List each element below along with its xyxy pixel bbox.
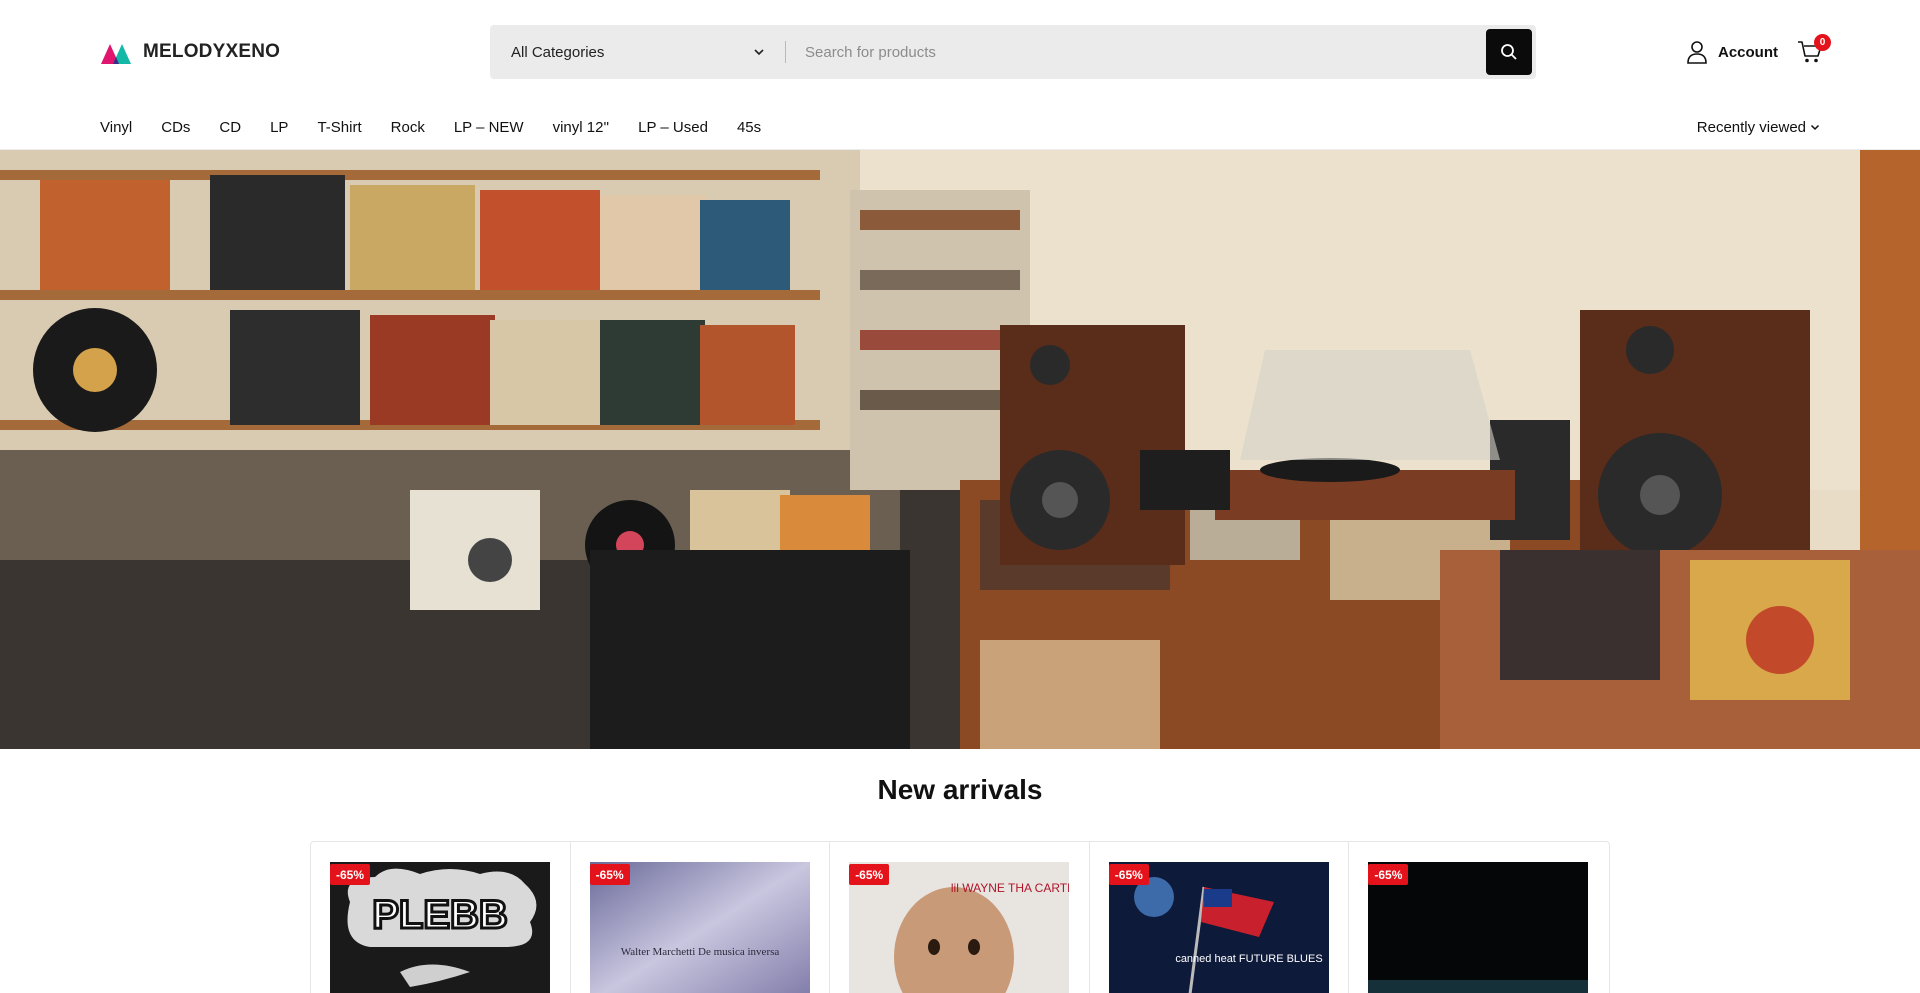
discount-badge: -65% xyxy=(589,864,630,885)
discount-badge: -65% xyxy=(1368,864,1409,885)
cover-text: Walter Marchetti De musica inversa xyxy=(620,946,779,958)
search-button[interactable] xyxy=(1486,29,1532,75)
nav-item-rock[interactable]: Rock xyxy=(391,119,425,136)
nav-item-lp-used[interactable]: LP – Used xyxy=(638,119,708,136)
category-select-label: All Categories xyxy=(511,43,605,61)
discount-badge: -65% xyxy=(330,864,371,885)
nav-item-vinyl-12[interactable]: vinyl 12'' xyxy=(553,119,610,136)
logo-mark-icon xyxy=(101,44,131,64)
brand-name: MELODYXENO xyxy=(143,41,281,62)
product-card[interactable]: -65% Walter Marchetti De musica inversa xyxy=(571,842,831,993)
hero-banner-image[interactable] xyxy=(0,150,1920,749)
record-store-illustration xyxy=(0,150,1920,749)
account-link[interactable]: Account xyxy=(1686,40,1778,64)
category-select[interactable]: All Categories xyxy=(490,25,785,79)
product-card[interactable]: -65% xyxy=(1349,842,1609,993)
site-header: MELODYXENO All Categories Account 0 xyxy=(0,0,1920,104)
cart-button[interactable]: 0 xyxy=(1797,34,1831,66)
product-card[interactable]: -65% lil WAYNE THA CARTER III xyxy=(830,842,1090,993)
nav-item-cds[interactable]: CDs xyxy=(161,119,190,136)
cover-text: canned heat FUTURE BLUES xyxy=(1175,953,1322,965)
brand-logo[interactable]: MELODYXENO xyxy=(101,40,280,64)
search-icon xyxy=(1501,44,1517,60)
nav-item-cd[interactable]: CD xyxy=(219,119,241,136)
nav-item-lp-new[interactable]: LP – NEW xyxy=(454,119,524,136)
product-card[interactable]: -65% canned heat FUTURE BLUES xyxy=(1090,842,1350,993)
search-input[interactable] xyxy=(786,25,1486,79)
nav-item-lp[interactable]: LP xyxy=(270,119,288,136)
account-label: Account xyxy=(1718,43,1778,61)
cover-text: PLEBB xyxy=(372,893,508,937)
recently-viewed-dropdown[interactable]: Recently viewed xyxy=(1697,104,1820,150)
discount-badge: -65% xyxy=(1108,864,1149,885)
search-bar: All Categories xyxy=(490,25,1536,79)
user-icon xyxy=(1687,41,1707,64)
main-nav: Vinyl CDs CD LP T-Shirt Rock LP – NEW vi… xyxy=(0,104,1920,150)
product-carousel: -65% PLEBB -65% Walter Marchetti De musi… xyxy=(310,841,1610,993)
nav-list: Vinyl CDs CD LP T-Shirt Rock LP – NEW vi… xyxy=(100,104,790,150)
section-title: New arrivals xyxy=(877,774,1043,805)
chevron-down-icon xyxy=(1810,124,1820,130)
discount-badge: -65% xyxy=(849,864,890,885)
nav-item-45s[interactable]: 45s xyxy=(737,119,761,136)
product-card[interactable]: -65% PLEBB xyxy=(311,842,571,993)
nav-item-vinyl[interactable]: Vinyl xyxy=(100,119,132,136)
cover-text: lil WAYNE THA CARTER III xyxy=(951,881,1069,895)
cart-count-badge: 0 xyxy=(1814,34,1831,51)
chevron-down-icon xyxy=(754,49,764,56)
recently-viewed-label: Recently viewed xyxy=(1696,118,1806,136)
nav-item-tshirt[interactable]: T-Shirt xyxy=(317,119,361,136)
